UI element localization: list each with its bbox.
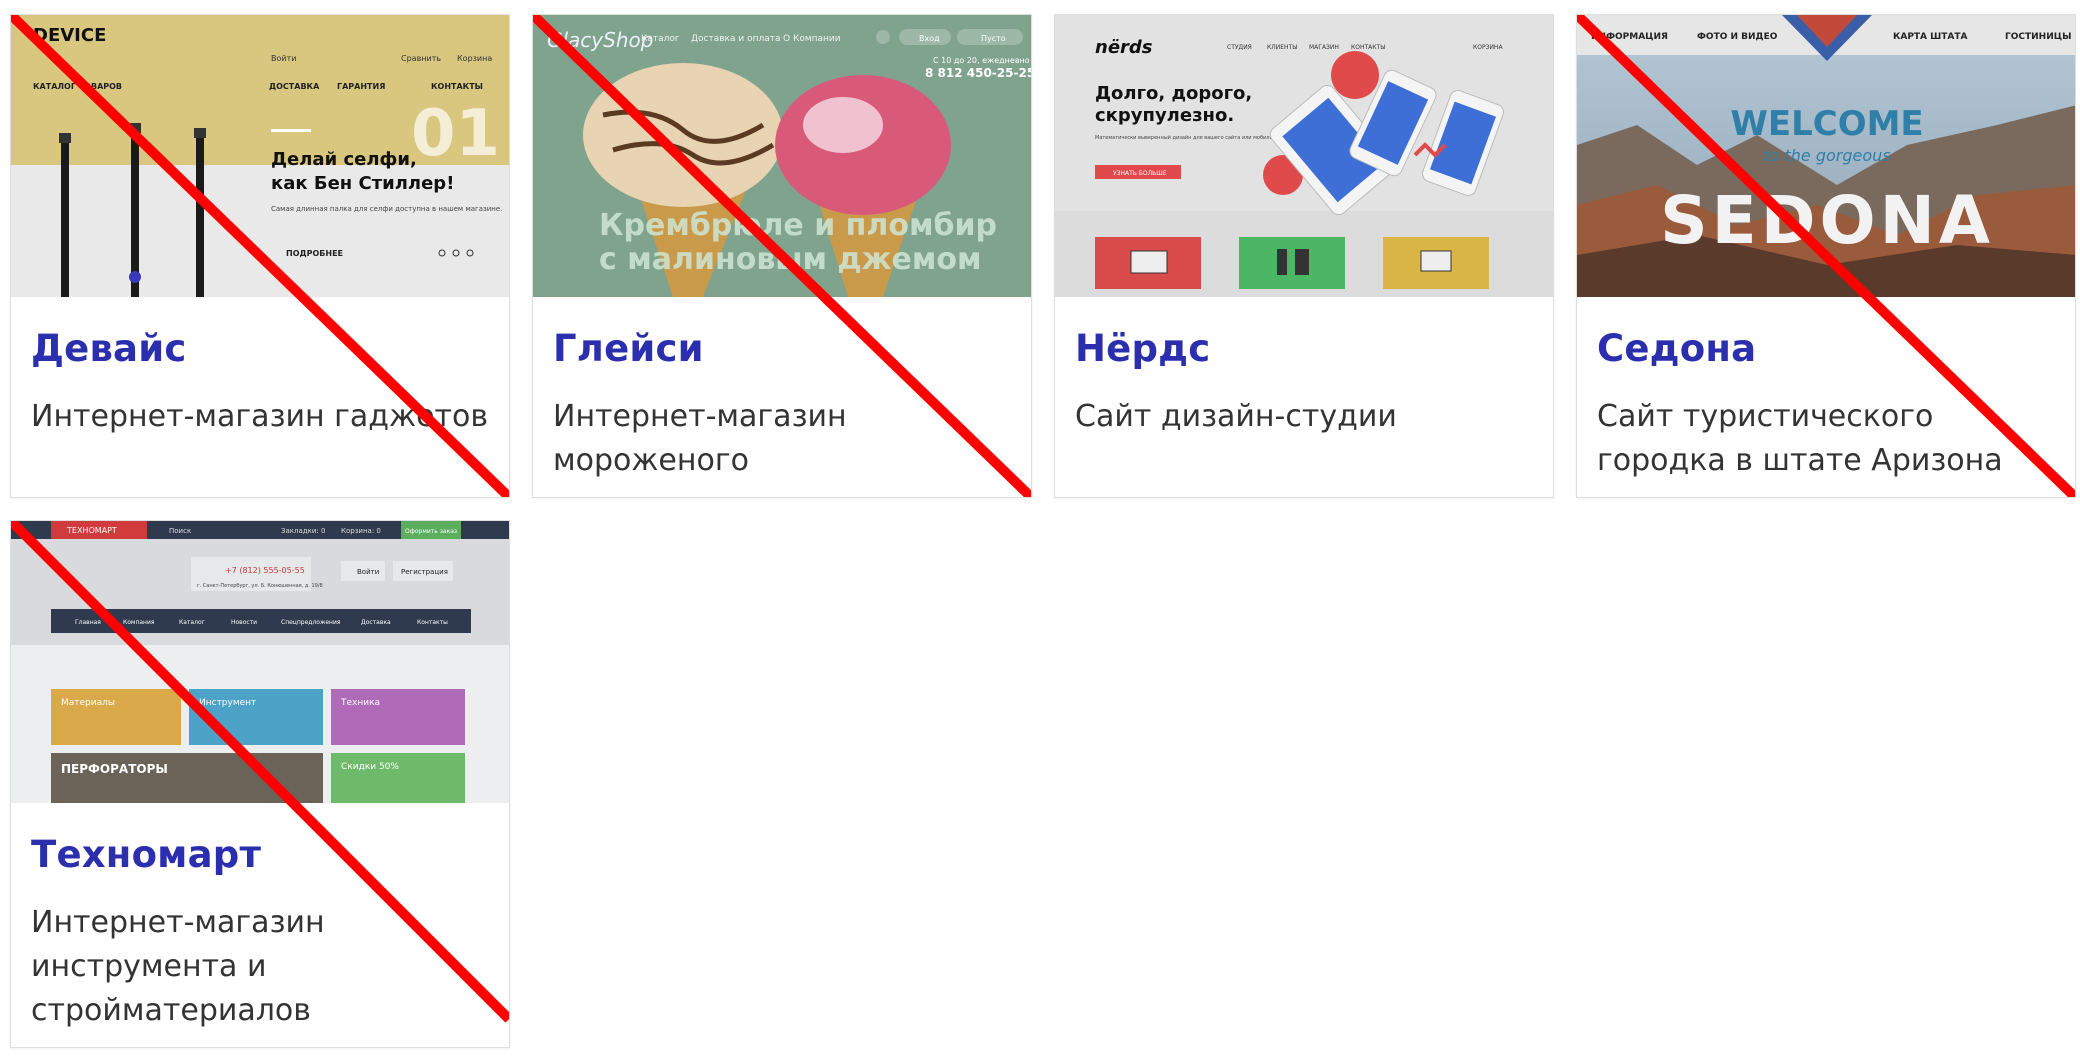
project-card-sedona[interactable]: ИНФОРМАЦИЯ ФОТО И ВИДЕО КАРТА ШТАТА ГОСТ… (1576, 14, 2076, 498)
svg-text:скрупулезно.: скрупулезно. (1095, 105, 1234, 126)
svg-text:Поиск: Поиск (169, 527, 191, 535)
svg-text:Новости: Новости (231, 619, 257, 626)
svg-text:nërds: nërds (1095, 37, 1153, 58)
svg-text:Компания: Компания (123, 619, 155, 626)
svg-text:ПЕРФОРАТОРЫ: ПЕРФОРАТОРЫ (61, 762, 168, 776)
svg-text:Долго, дорого,: Долго, дорого, (1095, 83, 1252, 104)
svg-text:Крембрюле и пломбир: Крембрюле и пломбир (599, 208, 997, 243)
svg-text:Войти: Войти (271, 54, 296, 63)
svg-text:Каталог: Каталог (179, 619, 205, 626)
svg-text:ГАРАНТИЯ: ГАРАНТИЯ (337, 82, 385, 91)
card-description: Интернет-магазин инструмента и строймате… (31, 905, 325, 1028)
svg-text:Пусто: Пусто (981, 34, 1006, 43)
svg-text:to the gorgeous: to the gorgeous (1763, 146, 1890, 165)
card-title[interactable]: Нёрдс (1075, 327, 1210, 370)
svg-text:SEDONA: SEDONA (1660, 182, 1994, 259)
svg-text:ГОСТИНИЦЫ: ГОСТИНИЦЫ (2005, 32, 2071, 42)
svg-text:Войти: Войти (357, 568, 379, 576)
device-logo: DEVICE (33, 25, 106, 46)
preview-nerds-image: nërds СТУДИЯ КЛИЕНТЫ МАГАЗИН КОНТАКТЫ КО… (1055, 15, 1553, 297)
svg-text:Инструмент: Инструмент (199, 698, 256, 708)
svg-text:ПОДРОБНЕЕ: ПОДРОБНЕЕ (286, 249, 343, 258)
svg-text:КОНТАКТЫ: КОНТАКТЫ (431, 82, 483, 91)
svg-text:Закладки: 0: Закладки: 0 (281, 527, 325, 535)
preview-glacy-image: GlacyShop Каталог Доставка и оплата О Ко… (533, 15, 1031, 297)
svg-text:ФОТО И ВИДЕО: ФОТО И ВИДЕО (1697, 32, 1778, 42)
svg-text:Материалы: Материалы (61, 698, 115, 708)
svg-text:Корзина: Корзина (457, 54, 492, 63)
svg-text:Регистрация: Регистрация (401, 568, 448, 576)
preview-nerds: nërds СТУДИЯ КЛИЕНТЫ МАГАЗИН КОНТАКТЫ КО… (1055, 15, 1553, 297)
svg-text:КОРЗИНА: КОРЗИНА (1473, 44, 1503, 51)
card-description: Сайт туристического городка в штате Ариз… (1597, 399, 2003, 478)
svg-text:УЗНАТЬ БОЛЬШЕ: УЗНАТЬ БОЛЬШЕ (1113, 170, 1167, 177)
preview-device: DEVICE Войти Сравнить Корзина КАТАЛОГ ТО… (11, 15, 509, 297)
svg-text:Спецпредложения: Спецпредложения (281, 619, 341, 626)
svg-text:Скидки 50%: Скидки 50% (341, 762, 399, 772)
svg-text:КАТАЛОГ ТОВАРОВ: КАТАЛОГ ТОВАРОВ (33, 82, 122, 91)
svg-text:WELCOME: WELCOME (1730, 104, 1923, 144)
preview-sedona-image: ИНФОРМАЦИЯ ФОТО И ВИДЕО КАРТА ШТАТА ГОСТ… (1577, 15, 2075, 297)
svg-text:О Компании: О Компании (783, 34, 841, 44)
svg-text:+7 (812) 555-05-55: +7 (812) 555-05-55 (225, 566, 305, 575)
card-title[interactable]: Девайс (31, 327, 187, 370)
svg-text:г. Санкт-Петербург, ул. Б. Кон: г. Санкт-Петербург, ул. Б. Конюшенная, д… (197, 583, 323, 589)
card-description: Интернет-магазин гаджетов (31, 399, 489, 434)
preview-technomart: ТЕХНОМАРТ Поиск Закладки: 0 Корзина: 0 О… (11, 521, 509, 803)
svg-text:01: 01 (411, 97, 500, 171)
svg-text:Контакты: Контакты (417, 619, 448, 626)
svg-text:с малиновым джемом: с малиновым джемом (599, 242, 982, 277)
svg-text:ДОСТАВКА: ДОСТАВКА (269, 82, 320, 91)
svg-text:С 10 до 20, ежедневно: С 10 до 20, ежедневно (933, 56, 1030, 65)
svg-text:КОНТАКТЫ: КОНТАКТЫ (1351, 44, 1385, 51)
svg-text:Сравнить: Сравнить (401, 54, 441, 63)
svg-text:Доставка и оплата: Доставка и оплата (691, 34, 781, 44)
svg-text:ИНФОРМАЦИЯ: ИНФОРМАЦИЯ (1591, 32, 1668, 42)
svg-text:СТУДИЯ: СТУДИЯ (1227, 44, 1252, 51)
svg-text:Каталог: Каталог (641, 34, 680, 44)
svg-text:Главная: Главная (75, 619, 101, 626)
svg-text:КАРТА ШТАТА: КАРТА ШТАТА (1893, 32, 1968, 42)
svg-text:КЛИЕНТЫ: КЛИЕНТЫ (1267, 44, 1298, 51)
card-title[interactable]: Седона (1597, 327, 1756, 370)
svg-text:Вход: Вход (919, 34, 940, 43)
svg-text:как Бен Стиллер!: как Бен Стиллер! (271, 173, 454, 194)
card-description: Интернет-магазин мороженого (553, 399, 847, 478)
svg-text:Техника: Техника (340, 698, 380, 708)
svg-text:Делай селфи,: Делай селфи, (271, 149, 417, 170)
svg-text:МАГАЗИН: МАГАЗИН (1309, 44, 1339, 51)
svg-text:Доставка: Доставка (361, 619, 391, 626)
preview-technomart-image: ТЕХНОМАРТ Поиск Закладки: 0 Корзина: 0 О… (11, 521, 509, 803)
project-card-technomart[interactable]: ТЕХНОМАРТ Поиск Закладки: 0 Корзина: 0 О… (10, 520, 510, 1048)
preview-sedona: ИНФОРМАЦИЯ ФОТО И ВИДЕО КАРТА ШТАТА ГОСТ… (1577, 15, 2075, 297)
svg-text:Самая длинная палка для селфи: Самая длинная палка для селфи доступна в… (271, 205, 502, 213)
svg-text:GlacyShop: GlacyShop (547, 28, 653, 52)
svg-text:8 812 450-25-25: 8 812 450-25-25 (925, 66, 1031, 80)
svg-text:Оформить заказ: Оформить заказ (405, 528, 457, 535)
svg-text:ТЕХНОМАРТ: ТЕХНОМАРТ (66, 526, 117, 535)
project-card-glacy[interactable]: GlacyShop Каталог Доставка и оплата О Ко… (532, 14, 1032, 498)
card-description: Сайт дизайн-студии (1075, 399, 1397, 434)
card-title[interactable]: Техномарт (31, 833, 261, 876)
svg-text:Корзина: 0: Корзина: 0 (341, 527, 381, 535)
card-title[interactable]: Глейси (553, 327, 704, 370)
preview-device-image: DEVICE Войти Сравнить Корзина КАТАЛОГ ТО… (11, 15, 509, 297)
preview-glacy: GlacyShop Каталог Доставка и оплата О Ко… (533, 15, 1031, 297)
project-card-nerds[interactable]: nërds СТУДИЯ КЛИЕНТЫ МАГАЗИН КОНТАКТЫ КО… (1054, 14, 1554, 498)
project-card-device[interactable]: DEVICE Войти Сравнить Корзина КАТАЛОГ ТО… (10, 14, 510, 498)
